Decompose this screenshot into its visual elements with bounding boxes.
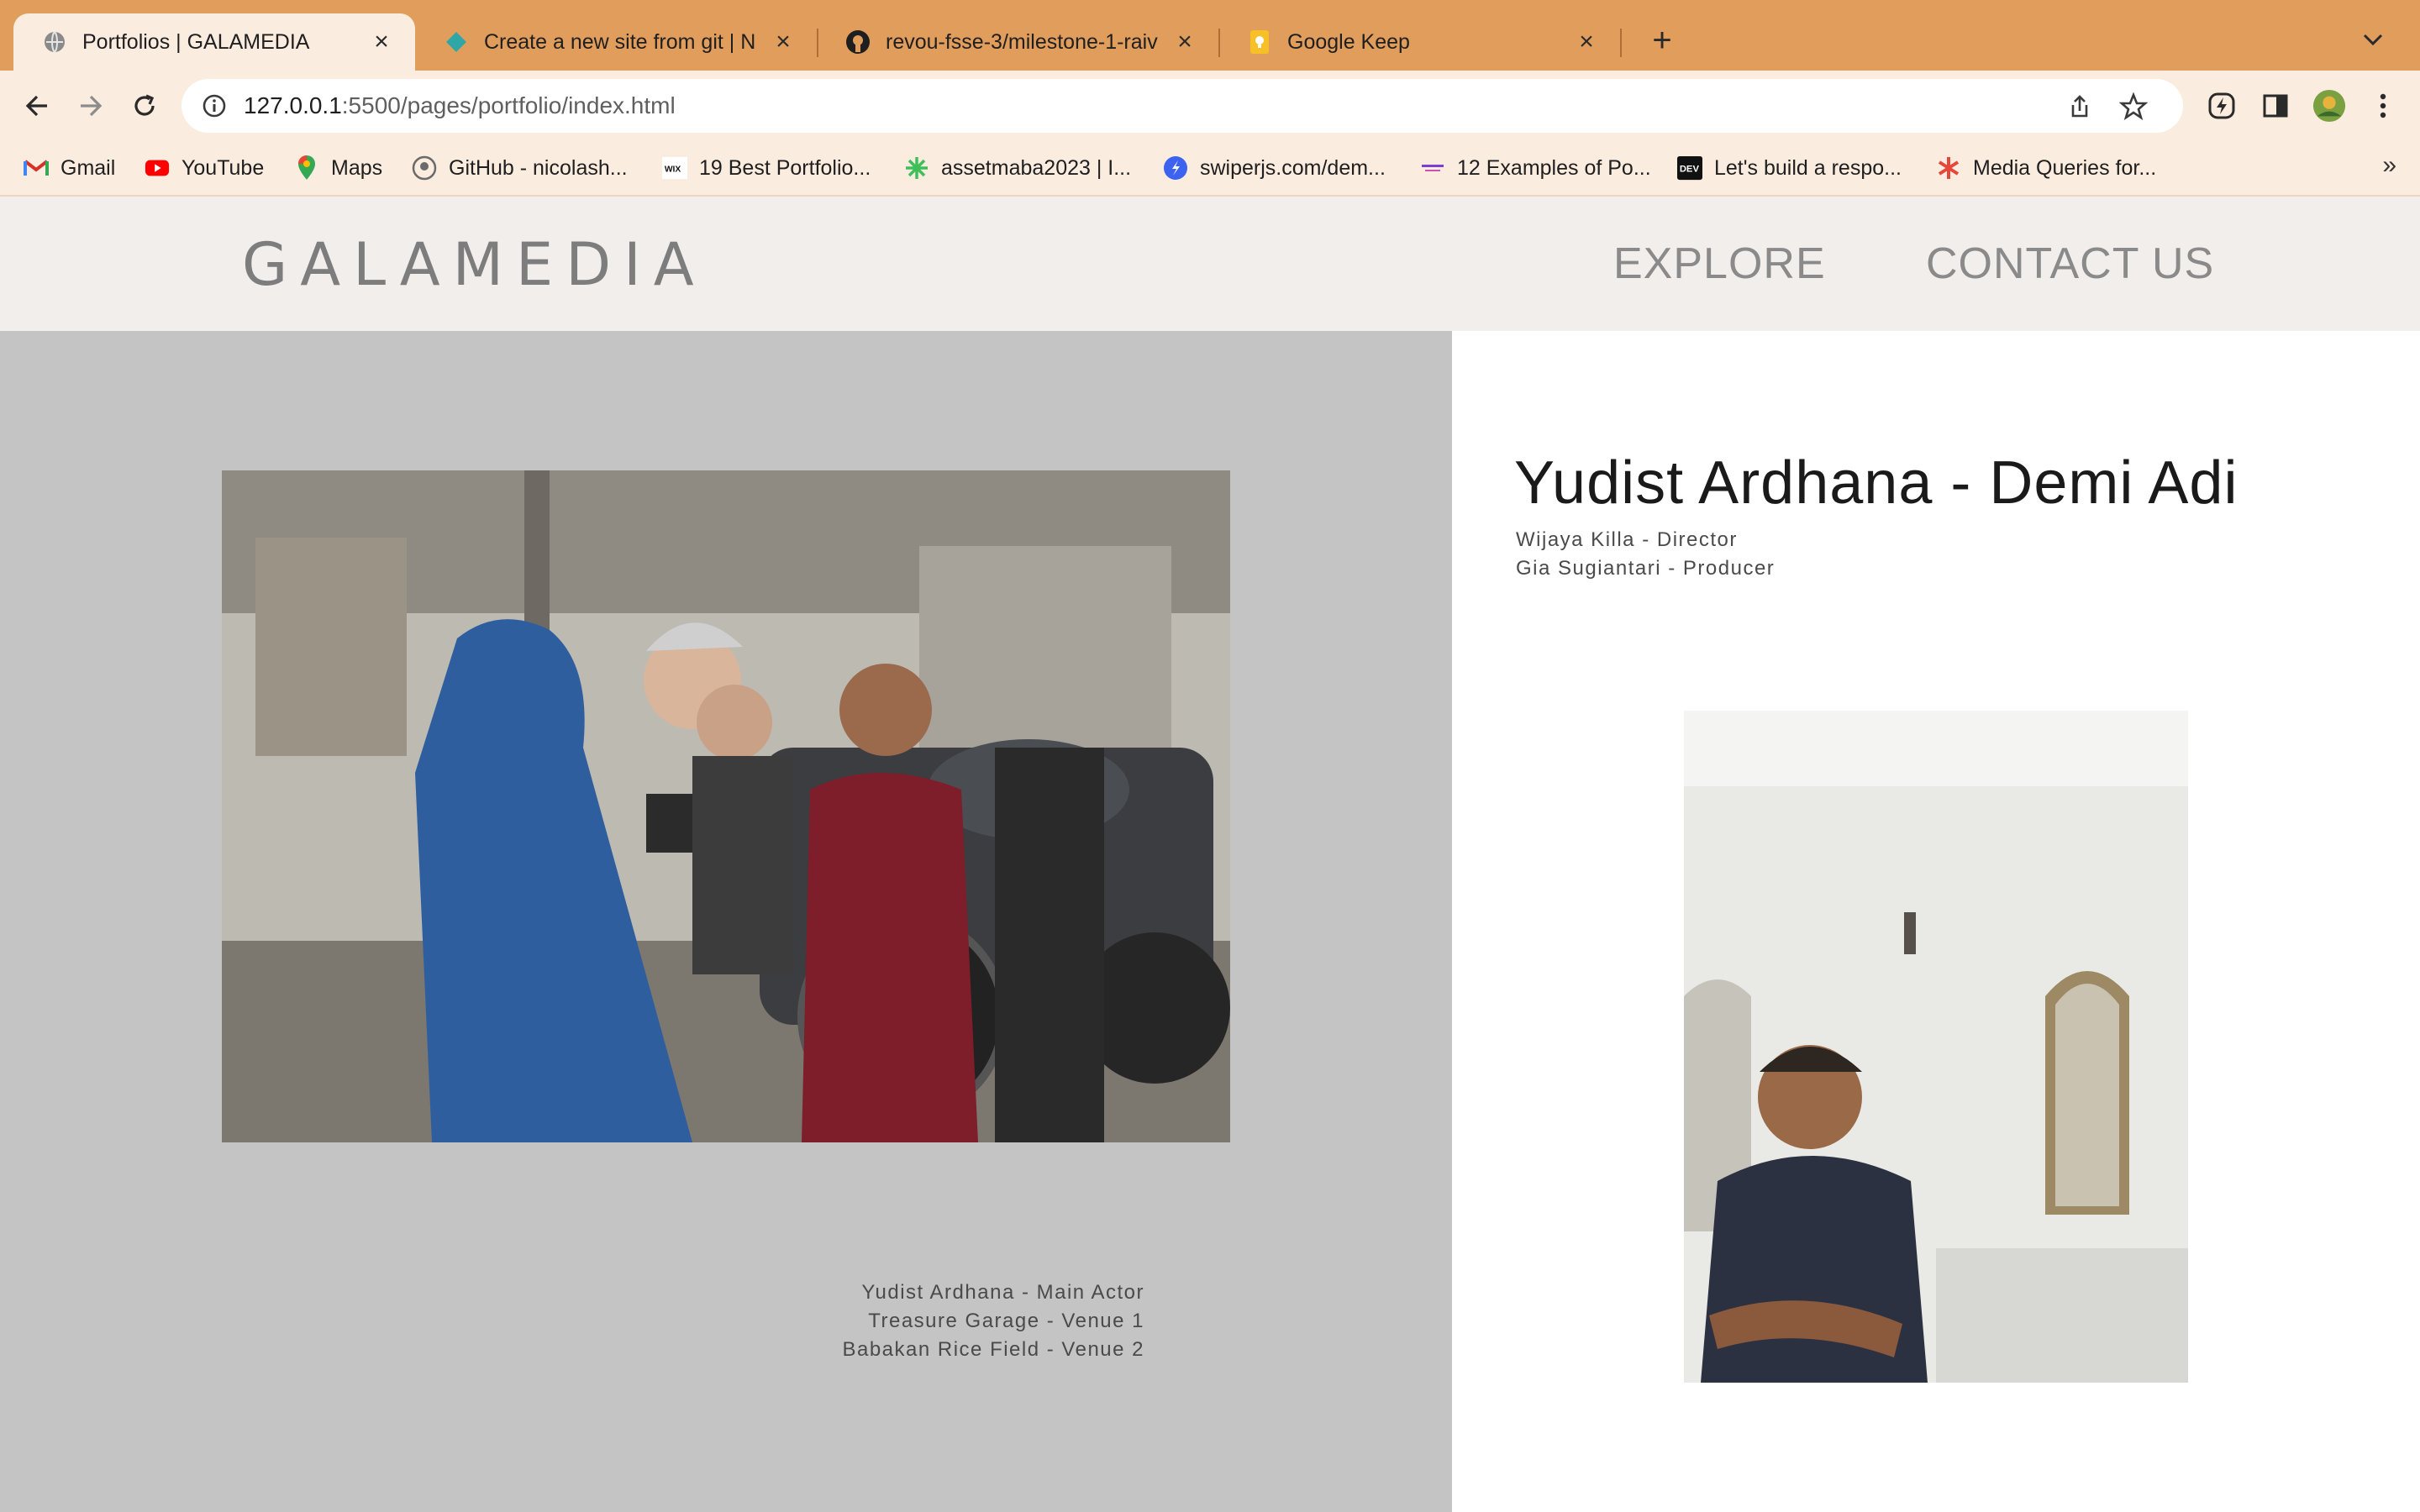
chevron-down-icon — [2363, 34, 2383, 46]
back-arrow-icon — [25, 95, 47, 117]
credit-venue-1: Treasure Garage - Venue 1 — [868, 1310, 1144, 1332]
tab-title: Google Keep — [1287, 29, 1410, 54]
bookmark-gmail[interactable]: Gmail — [24, 151, 115, 185]
new-tab-button[interactable]: + — [1640, 18, 1684, 62]
asterisk-icon — [1936, 155, 1961, 181]
credit-venue-2: Babakan Rice Field - Venue 2 — [842, 1338, 1144, 1361]
browser-menu-button[interactable] — [2366, 89, 2400, 123]
tab-title: Portfolios | GALAMEDIA — [82, 29, 310, 54]
browser-tab-strip: Portfolios | GALAMEDIA × Create a new si… — [0, 0, 2420, 71]
asset-icon — [904, 155, 929, 181]
tab-netlify[interactable]: Create a new site from git | Ne × — [415, 13, 817, 71]
site-header: GALAMEDIA EXPLORE CONTACT US — [0, 197, 2420, 331]
bookmark-media-queries[interactable]: Media Queries for... — [1936, 151, 2156, 185]
close-tab-icon[interactable]: × — [771, 28, 795, 56]
url-text: 127.0.0.1:5500/pages/portfolio/index.htm… — [244, 92, 676, 118]
side-panel-icon — [2263, 94, 2288, 118]
globe-icon — [42, 29, 67, 55]
svg-text:DEV: DEV — [1680, 165, 1700, 175]
more-bookmarks-button[interactable]: » — [2382, 151, 2396, 180]
back-button[interactable] — [17, 86, 57, 126]
github-icon — [845, 29, 871, 55]
tab-github[interactable]: revou-fsse-3/milestone-1-raiv × — [817, 13, 1218, 71]
reload-button[interactable] — [124, 86, 165, 126]
bookmarks-bar: Gmail YouTube Maps GitHub - nicolash... … — [0, 141, 2420, 197]
browser-toolbar: 127.0.0.1:5500/pages/portfolio/index.htm… — [0, 71, 2420, 141]
bookmark-assetmaba[interactable]: assetmaba2023 | I... — [904, 151, 1131, 185]
site-info-icon[interactable] — [202, 93, 227, 118]
nav-explore-link[interactable]: EXPLORE — [1613, 239, 1826, 289]
tab-portfolios[interactable]: Portfolios | GALAMEDIA × — [13, 13, 415, 71]
tab-search-button[interactable] — [2353, 18, 2393, 62]
credit-producer: Gia Sugiantari - Producer — [1516, 557, 1776, 580]
keep-icon — [1247, 29, 1272, 55]
portfolio-right-pane: Yudist Ardhana - Demi Adi Wijaya Killa -… — [1452, 331, 2420, 1512]
credit-main-actor: Yudist Ardhana - Main Actor — [861, 1281, 1144, 1304]
kebab-menu-icon — [2380, 93, 2386, 118]
dev-icon: DEV — [1677, 155, 1702, 181]
side-panel-button[interactable] — [2259, 89, 2292, 123]
swiper-icon — [1163, 155, 1188, 181]
address-bar[interactable]: 127.0.0.1:5500/pages/portfolio/index.htm… — [182, 79, 2183, 133]
bookmark-dev[interactable]: DEV Let's build a respo... — [1677, 151, 1902, 185]
gmail-icon — [24, 155, 49, 181]
youtube-icon — [145, 155, 170, 181]
maps-icon — [294, 155, 319, 181]
site-logo[interactable]: GALAMEDIA — [242, 230, 707, 299]
extension-bolt-icon — [2208, 92, 2235, 119]
bookmark-swiperjs[interactable]: swiperjs.com/dem... — [1163, 151, 1386, 185]
tab-separator — [1620, 29, 1622, 57]
github-icon — [412, 155, 437, 181]
garage-scene-photo — [222, 470, 1230, 1142]
forward-button[interactable] — [71, 86, 111, 126]
reload-icon — [134, 94, 155, 116]
extension-button[interactable] — [2205, 89, 2238, 123]
examples-icon — [1420, 155, 1445, 181]
actor-portrait-photo — [1684, 711, 2188, 1383]
bookmark-github[interactable]: GitHub - nicolash... — [412, 151, 628, 185]
close-tab-icon[interactable]: × — [1173, 28, 1197, 56]
forward-arrow-icon — [81, 95, 103, 117]
netlify-icon — [444, 29, 469, 55]
credits-right: Wijaya Killa - Director Gia Sugiantari -… — [1516, 526, 1775, 583]
tab-google-keep[interactable]: Google Keep × — [1218, 13, 1620, 71]
tab-title: revou-fsse-3/milestone-1-raiv — [886, 29, 1158, 54]
portfolio-left-pane: Yudist Ardhana - Main Actor Treasure Gar… — [0, 331, 1452, 1512]
bookmark-examples[interactable]: 12 Examples of Po... — [1420, 151, 1651, 185]
wix-icon: WIX — [662, 155, 687, 181]
tab-title: Create a new site from git | Ne — [484, 29, 756, 54]
project-title: Yudist Ardhana - Demi Adi — [1514, 449, 2238, 517]
bookmark-maps[interactable]: Maps — [294, 151, 382, 185]
share-icon[interactable] — [2065, 92, 2094, 121]
profile-avatar[interactable] — [2312, 89, 2346, 123]
close-tab-icon[interactable]: × — [370, 28, 393, 56]
credit-director: Wijaya Killa - Director — [1516, 528, 1738, 551]
credits-left: Yudist Ardhana - Main Actor Treasure Gar… — [842, 1278, 1144, 1364]
bookmark-star-icon[interactable] — [2119, 92, 2148, 121]
bookmark-portfolio-list[interactable]: WIX 19 Best Portfolio... — [662, 151, 871, 185]
nav-contact-link[interactable]: CONTACT US — [1926, 239, 2214, 289]
avatar-icon — [2312, 89, 2346, 123]
bookmark-youtube[interactable]: YouTube — [145, 151, 264, 185]
svg-text:WIX: WIX — [665, 165, 681, 175]
close-tab-icon[interactable]: × — [1575, 28, 1598, 56]
